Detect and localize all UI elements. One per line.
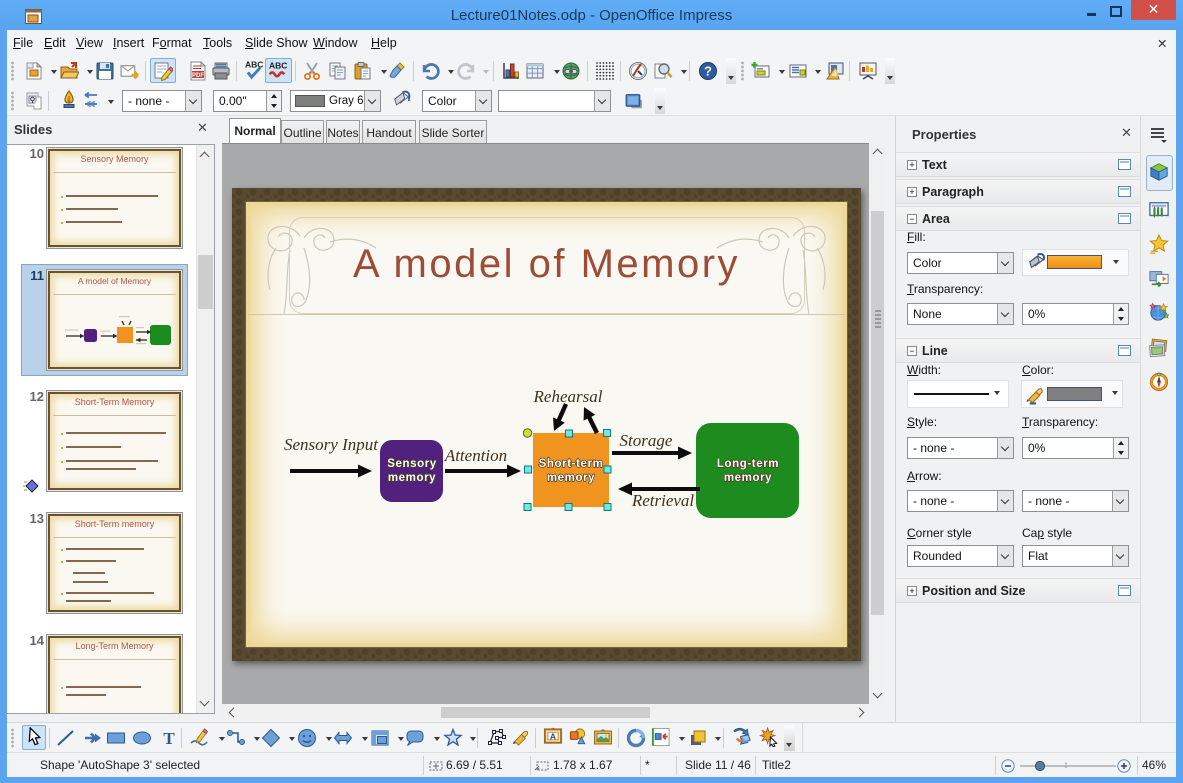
svg-text:ABC: ABC [269, 61, 288, 71]
svg-text:N: N [1158, 372, 1160, 376]
svg-text:memory: memory [547, 472, 595, 484]
svg-text:Sensory Input: Sensory Input [284, 435, 379, 454]
svg-text:Short-term: Short-term [539, 458, 604, 470]
svg-text:Long-term: Long-term [717, 458, 779, 470]
svg-text:Storage: Storage [620, 431, 673, 450]
svg-text:Retrieval: Retrieval [631, 491, 695, 510]
svg-text:Rehearsal: Rehearsal [533, 387, 603, 406]
svg-text:Sensory: Sensory [387, 458, 437, 470]
svg-text:A: A [550, 731, 556, 741]
svg-text:memory: memory [388, 472, 436, 484]
svg-text:?: ? [704, 64, 712, 79]
svg-text:PDF: PDF [192, 73, 204, 79]
svg-text:Attention: Attention [444, 446, 507, 465]
svg-text:memory: memory [724, 472, 772, 484]
svg-text:T: T [163, 729, 175, 748]
